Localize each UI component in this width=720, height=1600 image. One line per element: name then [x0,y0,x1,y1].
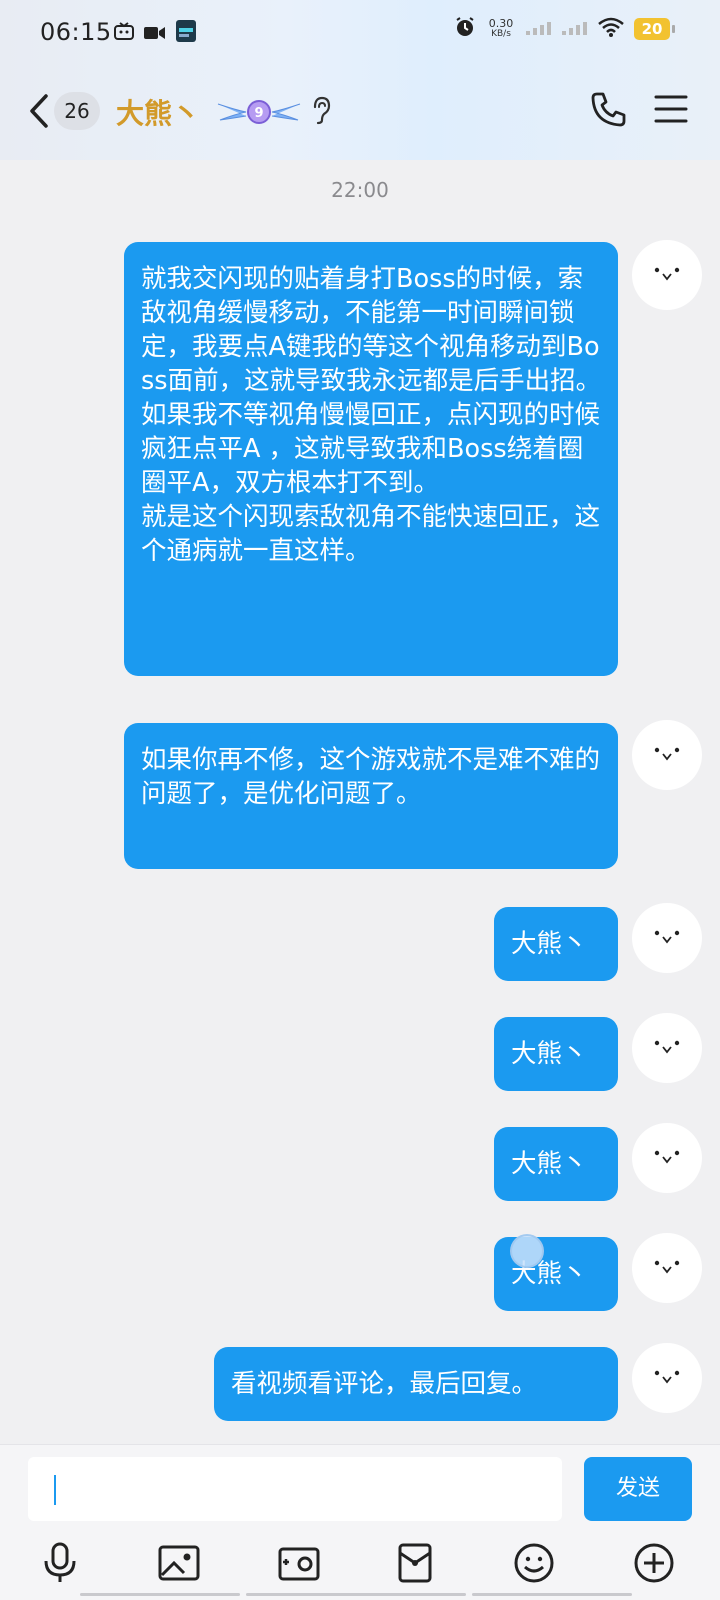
video-camera-icon [144,25,166,44]
gesture-bar [80,1593,640,1597]
face-icon [654,1370,680,1384]
red-packet-icon [398,1543,432,1583]
signal-sim2-icon [562,20,588,39]
chat-header: 26 大熊丶 9 [0,80,720,144]
net-speed-unit: KB/s [491,29,511,39]
message-bubble[interactable]: 大熊丶 [494,1127,618,1201]
message-input[interactable] [28,1457,562,1521]
message-bubble[interactable]: 如果你再不修，这个游戏就不是难不难的问题了，是优化问题了。 [124,723,618,869]
photo-button[interactable] [157,1541,201,1585]
camera-icon [278,1547,320,1581]
more-button[interactable] [632,1541,676,1585]
net-speed: 0.30 KB/s [486,18,516,40]
avatar[interactable] [632,1343,702,1413]
status-right: 0.30 KB/s 20 [454,16,675,42]
send-button[interactable]: 发送 [584,1457,692,1521]
voice-call-button[interactable] [588,90,628,134]
game-app-icon [176,20,196,46]
net-speed-value: 0.30 [488,17,514,30]
vip-level: 9 [254,106,263,121]
image-icon [158,1545,200,1581]
camera-button[interactable] [277,1541,321,1585]
emoji-button[interactable] [512,1541,556,1585]
wifi-icon [598,17,624,41]
avatar[interactable] [632,1013,702,1083]
microphone-icon [44,1542,76,1582]
unread-count-badge[interactable]: 26 [54,92,100,130]
status-bar: 06:15 0.30 KB/s 20 [0,0,720,64]
face-icon [654,1150,680,1164]
avatar[interactable] [632,240,702,310]
ear-icon [310,95,332,129]
message-timestamp: 22:00 [331,178,389,202]
tv-app-icon [114,22,134,44]
face-icon [654,1040,680,1054]
plus-icon [634,1543,674,1583]
alarm-icon [454,16,476,42]
phone-icon [591,92,626,127]
voice-input-button[interactable] [38,1541,82,1585]
message-bubble[interactable]: 看视频看评论，最后回复。 [214,1347,618,1421]
face-icon [654,747,680,761]
text-caret [54,1475,56,1505]
avatar[interactable] [632,903,702,973]
vip-badge: 9 [216,98,302,130]
red-packet-button[interactable] [393,1541,437,1585]
toolbar [0,1541,720,1591]
status-time: 06:15 [40,18,112,46]
emoji-icon [514,1543,554,1583]
hamburger-icon [654,95,688,123]
chat-area[interactable]: 22:00 就我交闪现的贴着身打Boss的时候，索敌视角缓慢移动，不能第一时间瞬… [0,160,720,1450]
avatar[interactable] [632,1233,702,1303]
face-icon [654,930,680,944]
avatar[interactable] [632,720,702,790]
message-bubble[interactable]: 大熊丶 [494,907,618,981]
menu-button[interactable] [654,94,688,128]
message-bubble[interactable]: 就我交闪现的贴着身打Boss的时候，索敌视角缓慢移动，不能第一时间瞬间锁定，我要… [124,242,618,676]
battery-indicator: 20 [634,18,675,40]
chevron-left-icon [30,94,48,128]
message-bubble[interactable]: 大熊丶 [494,1017,618,1091]
contact-name[interactable]: 大熊丶 [116,92,200,132]
face-icon [654,1260,680,1274]
avatar[interactable] [632,1123,702,1193]
input-bar: 发送 [0,1444,720,1600]
signal-sim1-icon [526,20,552,39]
touch-indicator [510,1234,544,1268]
back-button[interactable] [24,88,54,134]
face-icon [654,267,680,281]
